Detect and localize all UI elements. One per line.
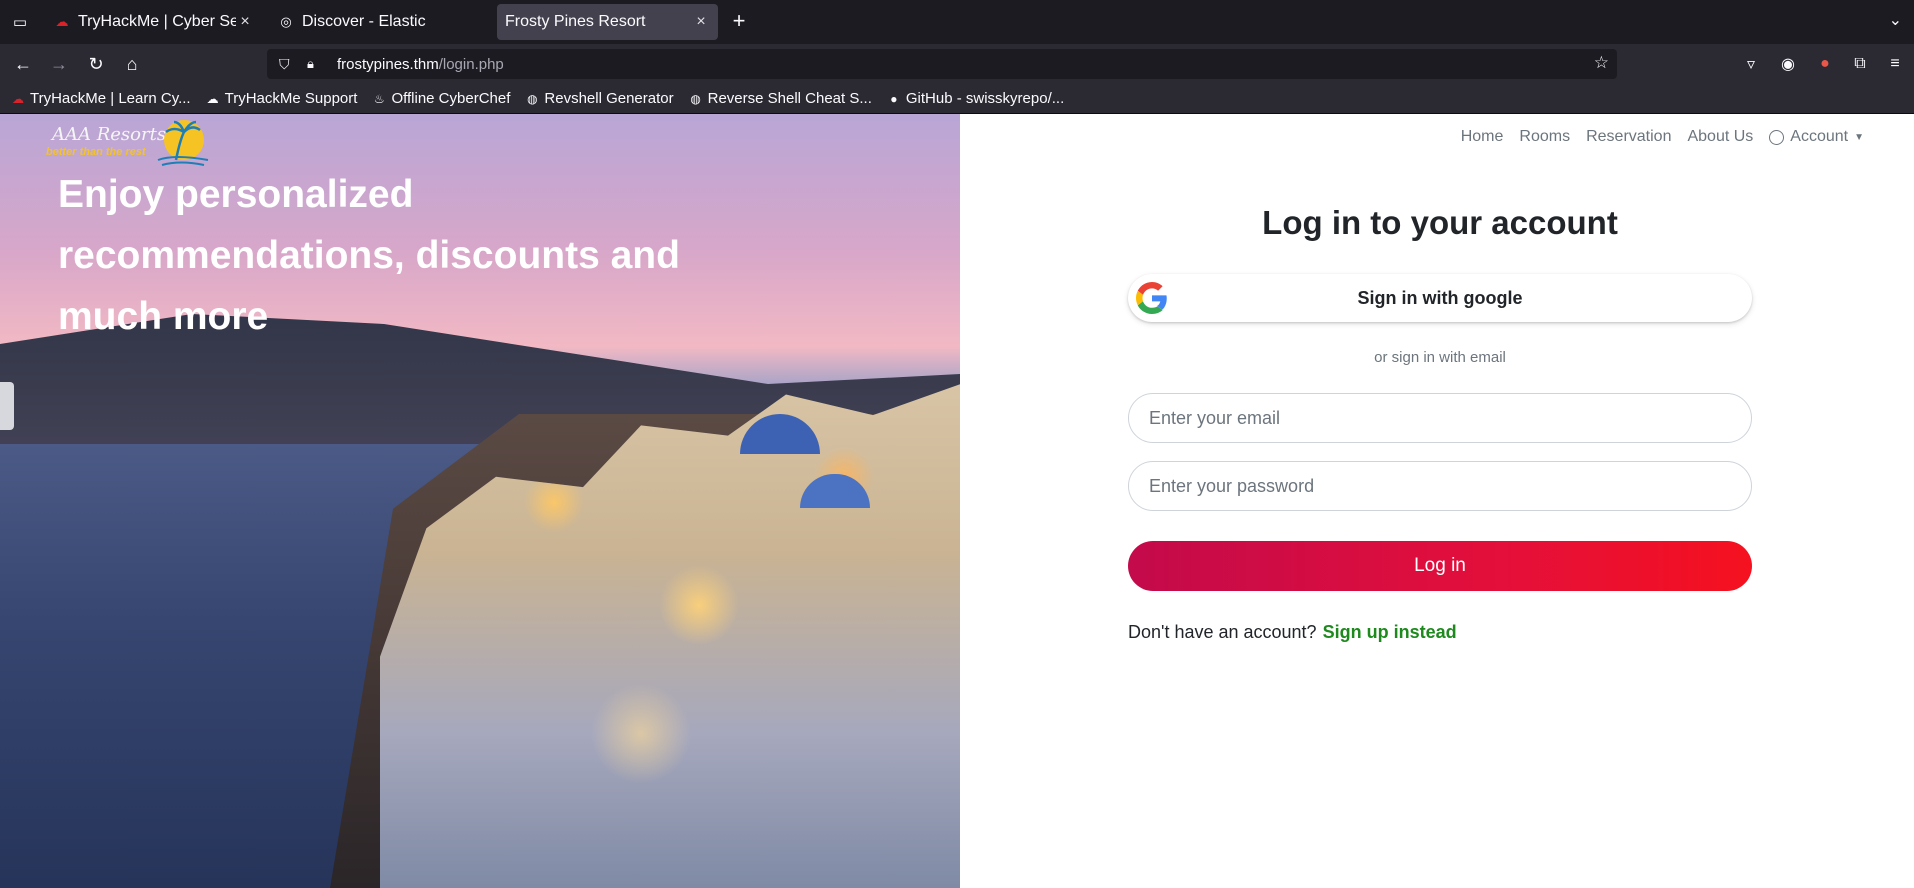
bookmark-cyberchef[interactable]: ♨ Offline CyberChef [371, 90, 510, 107]
nav-about-us[interactable]: About Us [1687, 128, 1753, 146]
signup-prompt: Don't have an account? Sign up instead [1128, 622, 1457, 642]
email-field[interactable] [1128, 393, 1752, 443]
forward-arrow-icon[interactable]: → [47, 52, 71, 76]
tab-frosty-pines[interactable]: Frosty Pines Resort × [497, 4, 718, 40]
or-sign-in-text: or sign in with email [1374, 349, 1506, 366]
url-host: frostypines.thm [337, 55, 439, 73]
password-field[interactable] [1128, 461, 1752, 511]
login-panel: Home Rooms Reservation About Us Account … [960, 114, 1914, 888]
home-icon[interactable]: ⌂ [120, 52, 144, 76]
tryhackme-cloud-icon: ☁ [12, 91, 24, 106]
bookmark-star-icon[interactable]: ☆ [1594, 53, 1609, 73]
elastic-icon: ◎ [280, 14, 292, 29]
bookmark-revshell-generator[interactable]: ◍ Revshell Generator [524, 90, 673, 107]
close-tab-icon[interactable]: × [236, 13, 254, 31]
palm-sun-logo-icon [157, 120, 209, 166]
cloud-icon: ☁ [206, 91, 219, 106]
chef-hat-icon: ♨ [374, 91, 385, 106]
chevron-down-icon[interactable]: ⌄ [1889, 10, 1902, 30]
extension-badge-icon[interactable]: ● [1813, 52, 1837, 76]
lock-icon[interactable]: 🔒︎ [307, 56, 323, 72]
shield-icon[interactable]: ⛉ [279, 56, 297, 73]
user-circle-icon [1769, 129, 1785, 145]
bookmarks-bar: ☁ TryHackMe | Learn Cy... ☁ TryHackMe Su… [0, 84, 1914, 114]
tryhackme-cloud-icon: ☁ [55, 14, 69, 29]
google-icon [1136, 282, 1167, 314]
google-sign-in-button[interactable]: Sign in with google [1128, 274, 1752, 322]
tab-list-icon[interactable]: ▭ [8, 10, 32, 34]
back-arrow-icon[interactable]: ← [11, 52, 35, 76]
bookmark-tryhackme[interactable]: ☁ TryHackMe | Learn Cy... [10, 90, 191, 107]
caret-down-icon: ▼ [1854, 131, 1864, 143]
bookmark-reverse-shell-cheat[interactable]: ◍ Reverse Shell Cheat S... [688, 90, 872, 107]
account-icon[interactable]: ◉ [1776, 52, 1800, 76]
login-title: Log in to your account [1262, 204, 1618, 241]
nav-home[interactable]: Home [1461, 128, 1504, 146]
site-nav: Home Rooms Reservation About Us Account … [1445, 128, 1864, 146]
github-icon: ● [890, 91, 898, 106]
tab-bar: ▭ ☁ TryHackMe | Cyber Securi × ◎ Discove… [0, 0, 1914, 44]
bookmark-tryhackme-support[interactable]: ☁ TryHackMe Support [205, 90, 358, 107]
account-dropdown[interactable]: Account ▼ [1769, 128, 1864, 146]
hero-heading: Enjoy personalized recommendations, disc… [58, 173, 680, 338]
navigation-toolbar: ← → ↻ ⌂ ⛉ 🔒︎ frostypines.thm /login.php … [0, 44, 1914, 84]
sign-up-link[interactable]: Sign up instead [1323, 622, 1457, 642]
page-content: AAA Resorts better than the rest Enjoy p… [0, 114, 1914, 888]
globe-icon: ◍ [690, 91, 701, 106]
sidebar-drag-handle[interactable] [0, 382, 14, 430]
close-tab-icon[interactable]: × [692, 13, 710, 31]
address-bar[interactable]: ⛉ 🔒︎ frostypines.thm /login.php ☆ [267, 49, 1617, 79]
reload-icon[interactable]: ↻ [84, 52, 108, 76]
login-button[interactable]: Log in [1128, 541, 1752, 591]
pocket-icon[interactable]: ▿ [1739, 52, 1763, 76]
new-tab-icon[interactable]: + [727, 10, 751, 34]
nav-reservation[interactable]: Reservation [1586, 128, 1671, 146]
nav-rooms[interactable]: Rooms [1519, 128, 1570, 146]
url-path: /login.php [438, 55, 504, 73]
tab-elastic[interactable]: ◎ Discover - Elastic [270, 4, 486, 40]
hero-image: AAA Resorts better than the rest Enjoy p… [0, 114, 960, 888]
menu-icon[interactable]: ≡ [1883, 52, 1907, 76]
tab-tryhackme[interactable]: ☁ TryHackMe | Cyber Securi × [46, 4, 262, 40]
bookmark-github[interactable]: ● GitHub - swisskyrepo/... [886, 90, 1064, 107]
globe-icon: ◍ [527, 91, 538, 106]
extensions-puzzle-icon[interactable]: ⧉ [1848, 52, 1872, 76]
